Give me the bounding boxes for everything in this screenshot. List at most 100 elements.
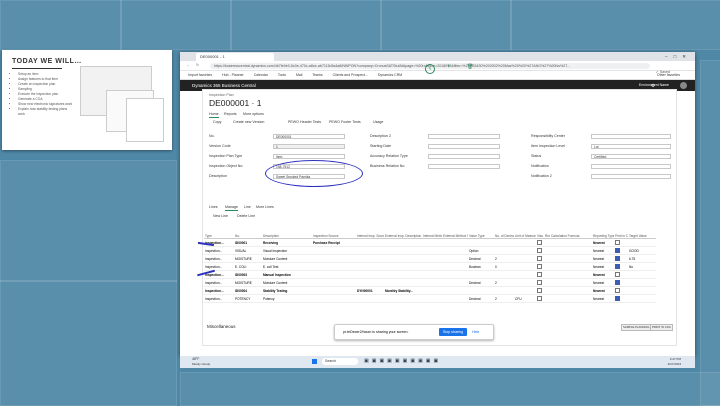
- checkbox[interactable]: [537, 287, 542, 293]
- table-cell[interactable]: [384, 238, 422, 247]
- table-cell[interactable]: [614, 278, 628, 287]
- table-cell[interactable]: [442, 286, 468, 295]
- clock-date[interactable]: 2/27/2023: [668, 362, 681, 366]
- table-cell[interactable]: [422, 286, 442, 295]
- column-header[interactable]: No. of Decimals: [494, 226, 514, 239]
- description2-field[interactable]: [428, 134, 500, 139]
- table-cell[interactable]: [614, 262, 628, 271]
- print-in-coa-button[interactable]: PRINT IN COA: [650, 324, 673, 331]
- table-cell[interactable]: ID00004: [234, 286, 262, 295]
- notification2-field[interactable]: [591, 174, 671, 179]
- table-cell[interactable]: Inspection...: [204, 246, 234, 255]
- table-cell[interactable]: [550, 238, 592, 247]
- table-cell[interactable]: [494, 286, 514, 295]
- table-cell[interactable]: [356, 270, 384, 279]
- column-header[interactable]: Print in CoA: [614, 226, 628, 239]
- bookmark-item[interactable]: Dynamics CRM: [378, 73, 402, 77]
- table-cell[interactable]: E. COLI: [234, 262, 262, 271]
- checkbox[interactable]: [615, 271, 620, 277]
- tab-manage[interactable]: Manage: [225, 205, 238, 211]
- clock-time[interactable]: 2:27 PM: [670, 357, 681, 361]
- table-cell[interactable]: Receiving: [262, 238, 312, 247]
- table-row[interactable]: Inspection... ID00001 Receiving Purchase Re…: [204, 238, 656, 247]
- table-cell[interactable]: Inspection...: [204, 262, 234, 271]
- item-inspection-level-field[interactable]: Lot: [591, 144, 671, 149]
- version-code-field[interactable]: 1: [273, 144, 345, 149]
- table-cell[interactable]: [442, 246, 468, 255]
- table-cell[interactable]: CFU: [514, 294, 536, 303]
- table-cell[interactable]: [536, 270, 550, 279]
- table-cell[interactable]: MOISTURE: [234, 278, 262, 287]
- table-row[interactable]: Inspection... ID00004 Stability Testing DYN…: [204, 286, 656, 295]
- checkbox[interactable]: [537, 239, 542, 245]
- responsibility-center-field[interactable]: [591, 134, 671, 139]
- bookmark-item[interactable]: Teams: [312, 73, 322, 77]
- column-header[interactable]: Unit of Measure Code: [514, 226, 536, 239]
- table-cell[interactable]: Moisture Content: [262, 254, 312, 263]
- table-cell[interactable]: [514, 270, 536, 279]
- bookmark-item[interactable]: Mail: [296, 73, 302, 77]
- table-cell[interactable]: Nearest: [592, 294, 614, 303]
- table-cell[interactable]: [536, 238, 550, 247]
- table-cell[interactable]: [550, 270, 592, 279]
- table-cell[interactable]: [550, 294, 592, 303]
- table-cell[interactable]: [442, 262, 468, 271]
- table-cell[interactable]: [442, 238, 468, 247]
- column-header[interactable]: Calculation Formula: [550, 226, 592, 239]
- windows-start-icon[interactable]: [312, 359, 317, 364]
- checkbox[interactable]: [537, 255, 542, 261]
- tab-line[interactable]: Line: [244, 205, 251, 210]
- table-cell[interactable]: ID00001: [234, 238, 262, 247]
- sample-planning-button[interactable]: SAMPLE PLANNING: [621, 324, 652, 331]
- table-cell[interactable]: MOISTURE: [234, 254, 262, 263]
- table-cell[interactable]: [422, 246, 442, 255]
- copy-button[interactable]: Copy: [213, 120, 221, 125]
- table-row[interactable]: Inspection... MOISTURE Moisture Content Dec…: [204, 254, 656, 263]
- table-cell[interactable]: Monthly Stability...: [384, 286, 422, 295]
- table-cell[interactable]: Nearest: [592, 270, 614, 279]
- table-cell[interactable]: [468, 286, 494, 295]
- table-cell[interactable]: 2: [494, 254, 514, 263]
- table-cell[interactable]: 0: [494, 262, 514, 271]
- table-cell[interactable]: [312, 278, 356, 287]
- starting-date-field[interactable]: [428, 144, 500, 149]
- table-cell[interactable]: [384, 262, 422, 271]
- table-cell[interactable]: [356, 262, 384, 271]
- delete-line-button[interactable]: Delete Line: [237, 214, 255, 219]
- table-cell[interactable]: [628, 238, 656, 247]
- table-cell[interactable]: E. coli Test: [262, 262, 312, 271]
- table-cell[interactable]: [536, 262, 550, 271]
- column-header[interactable]: Visu. Req.: [536, 226, 550, 239]
- table-cell[interactable]: [536, 254, 550, 263]
- table-cell[interactable]: Inspection...: [204, 294, 234, 303]
- bookmark-item[interactable]: Hub - Planner: [222, 73, 244, 77]
- add-icon[interactable]: +: [447, 64, 451, 70]
- table-cell[interactable]: Nearest: [592, 286, 614, 295]
- checkbox[interactable]: [537, 279, 542, 285]
- table-cell[interactable]: [312, 246, 356, 255]
- table-cell[interactable]: [422, 254, 442, 263]
- edit-icon[interactable]: ✎: [425, 64, 435, 74]
- table-cell[interactable]: Purchase Receipt: [312, 238, 356, 247]
- column-header[interactable]: External Insp. Description: [384, 226, 422, 239]
- column-header[interactable]: Internal Insp. Source: [356, 226, 384, 239]
- table-cell[interactable]: [442, 278, 468, 287]
- business-relation-field[interactable]: [428, 164, 500, 169]
- table-cell[interactable]: [628, 270, 656, 279]
- table-cell[interactable]: [550, 278, 592, 287]
- table-cell[interactable]: [514, 254, 536, 263]
- back-icon[interactable]: ←: [186, 61, 190, 70]
- table-cell[interactable]: [422, 262, 442, 271]
- table-cell[interactable]: [550, 286, 592, 295]
- column-header[interactable]: Reporting Type: [592, 226, 614, 239]
- table-cell[interactable]: [384, 246, 422, 255]
- table-cell[interactable]: Manual Inspection: [262, 270, 312, 279]
- new-line-button[interactable]: New Line: [213, 214, 228, 219]
- table-cell[interactable]: [384, 278, 422, 287]
- column-header[interactable]: Type: [204, 226, 234, 239]
- table-cell[interactable]: ID00003: [234, 270, 262, 279]
- table-cell[interactable]: [384, 254, 422, 263]
- table-cell[interactable]: [384, 294, 422, 303]
- table-cell[interactable]: Decimal: [468, 278, 494, 287]
- table-cell[interactable]: [536, 286, 550, 295]
